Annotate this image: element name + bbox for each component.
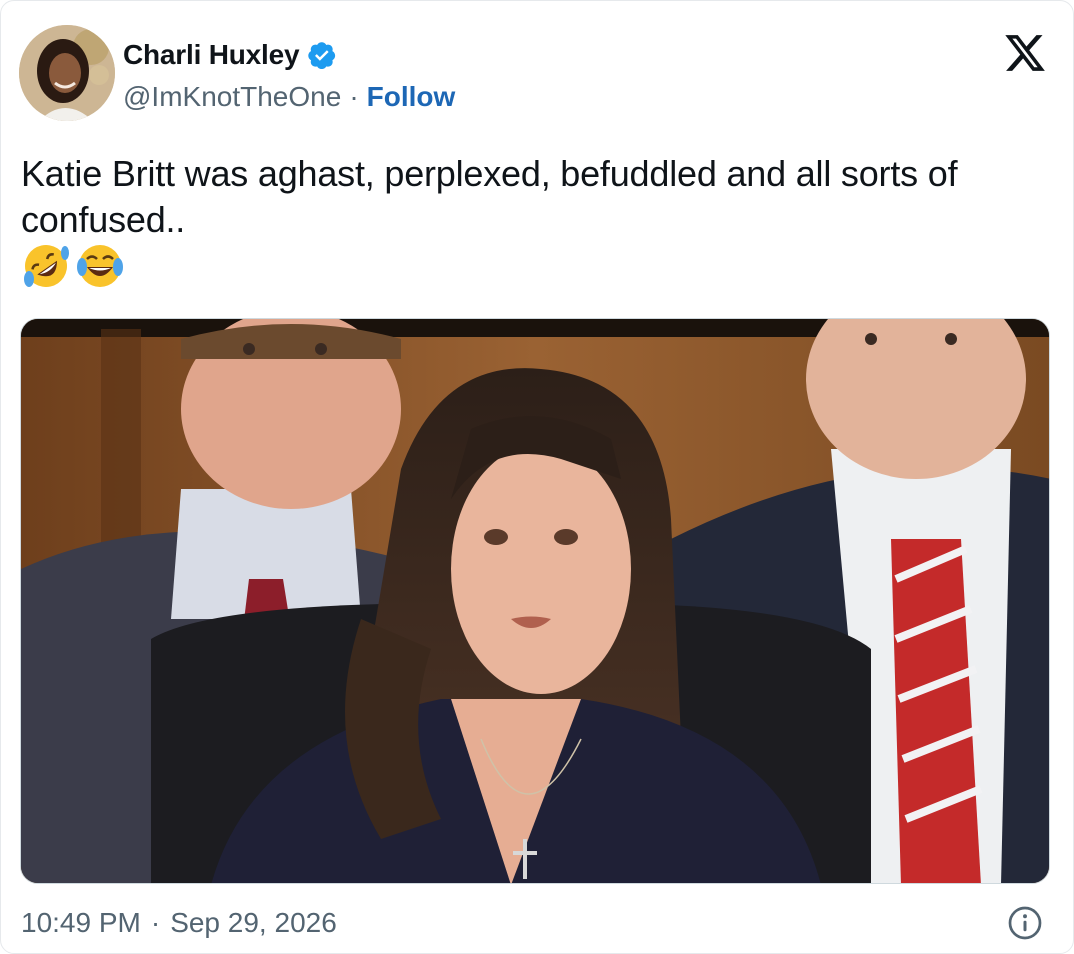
tweet-text: Katie Britt was aghast, perplexed, befud… bbox=[21, 153, 958, 240]
info-icon[interactable] bbox=[1007, 905, 1043, 941]
author-handle[interactable]: @ImKnotTheOne bbox=[123, 81, 341, 113]
tweet-time: 10:49 PM bbox=[21, 907, 141, 938]
face-with-tears-of-joy-icon bbox=[77, 245, 123, 287]
tweet-media-photo[interactable] bbox=[20, 318, 1050, 884]
tweet-date: Sep 29, 2026 bbox=[170, 907, 337, 938]
rolling-on-floor-laughing-icon bbox=[24, 245, 69, 287]
tweet-card: Charli Huxley @ImKnotTheOne · Follow Kat… bbox=[0, 0, 1074, 954]
follow-button[interactable]: Follow bbox=[367, 81, 456, 113]
avatar-photo-icon bbox=[19, 25, 115, 121]
author-name-row: Charli Huxley bbox=[123, 37, 337, 73]
x-logo-icon[interactable] bbox=[1003, 31, 1047, 75]
verified-badge-icon bbox=[308, 42, 336, 70]
handle-separator: · bbox=[349, 81, 359, 112]
avatar[interactable] bbox=[19, 25, 115, 121]
handle-row: @ImKnotTheOne · Follow bbox=[123, 79, 455, 115]
emoji-row bbox=[21, 241, 125, 295]
timestamp-separator: · bbox=[150, 907, 161, 938]
timestamp-row[interactable]: 10:49 PM · Sep 29, 2026 bbox=[21, 903, 337, 943]
display-name[interactable]: Charli Huxley bbox=[123, 39, 300, 71]
hearing-photo-icon bbox=[21, 319, 1049, 883]
